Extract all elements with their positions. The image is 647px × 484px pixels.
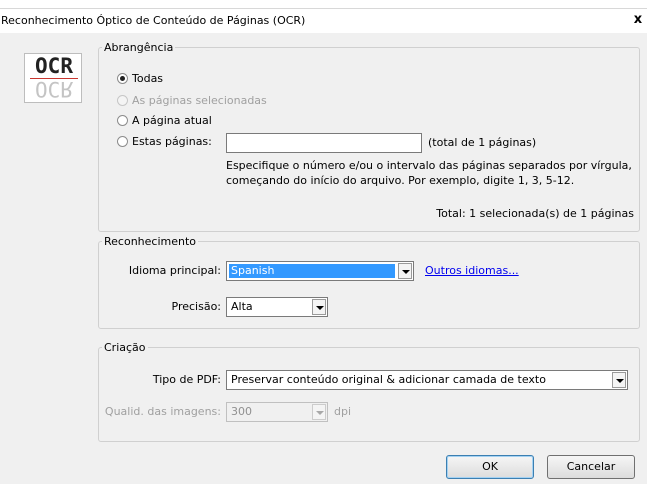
chevron-down-icon: [312, 404, 326, 420]
scope-radio-current-page[interactable]: [117, 115, 128, 126]
pdf-type-label: Tipo de PDF:: [152, 373, 221, 386]
ocr-logo: OCR OCR: [24, 53, 82, 103]
chevron-down-icon[interactable]: [312, 299, 326, 315]
ocr-logo-reflection: OCR: [35, 77, 73, 101]
scope-radio-these-pages[interactable]: [117, 136, 128, 147]
precision-label: Precisão:: [171, 300, 222, 313]
pages-input[interactable]: [226, 133, 422, 153]
creation-legend: Criação: [104, 341, 146, 354]
title-bar[interactable]: Reconhecimento Óptico de Conteúdo de Pág…: [0, 9, 647, 33]
image-quality-unit: dpi: [334, 405, 352, 418]
recognition-legend: Reconhecimento: [104, 235, 197, 248]
other-languages-link[interactable]: Outros idiomas...: [425, 264, 519, 277]
chevron-down-icon[interactable]: [612, 372, 626, 388]
close-icon[interactable]: x: [631, 12, 645, 28]
window-title: Reconhecimento Óptico de Conteúdo de Pág…: [1, 14, 306, 27]
language-label: Idioma principal:: [128, 264, 221, 277]
pages-hint-line2: começando do início do arquivo. Por exem…: [226, 174, 575, 187]
scope-legend: Abrangência: [104, 41, 174, 54]
scope-label-current-page: A página atual: [132, 114, 212, 127]
scope-label-these-pages: Estas páginas:: [132, 135, 212, 148]
pages-total-text: (total de 1 páginas): [428, 136, 537, 149]
language-select[interactable]: Spanish: [226, 261, 414, 281]
image-quality-select: 300: [226, 402, 328, 422]
precision-selected-value: Alta: [231, 300, 253, 313]
cancel-button[interactable]: Cancelar: [547, 455, 635, 479]
language-selected-value: Spanish: [229, 264, 395, 278]
selection-summary: Total: 1 selecionada(s) de 1 páginas: [436, 207, 634, 220]
ocr-dialog: Reconhecimento Óptico de Conteúdo de Pág…: [0, 8, 647, 484]
pages-hint-line1: Especifique o número e/ou o intervalo da…: [226, 159, 632, 172]
ocr-logo-text: OCR: [35, 54, 73, 78]
scope-label-selected-pages: As páginas selecionadas: [132, 94, 267, 107]
scope-radio-selected-pages: [117, 95, 128, 106]
pdf-type-selected-value: Preservar conteúdo original & adicionar …: [231, 373, 546, 386]
recognition-group: Reconhecimento: [98, 235, 640, 329]
image-quality-value: 300: [231, 405, 252, 418]
scope-radio-all[interactable]: [117, 73, 128, 84]
pdf-type-select[interactable]: Preservar conteúdo original & adicionar …: [226, 370, 628, 390]
chevron-down-icon[interactable]: [398, 263, 412, 279]
image-quality-label: Qualid. das imagens:: [104, 405, 221, 418]
ok-button[interactable]: OK: [446, 455, 534, 479]
scope-label-all: Todas: [132, 72, 164, 85]
creation-group: Criação: [98, 341, 640, 442]
precision-select[interactable]: Alta: [226, 297, 328, 317]
